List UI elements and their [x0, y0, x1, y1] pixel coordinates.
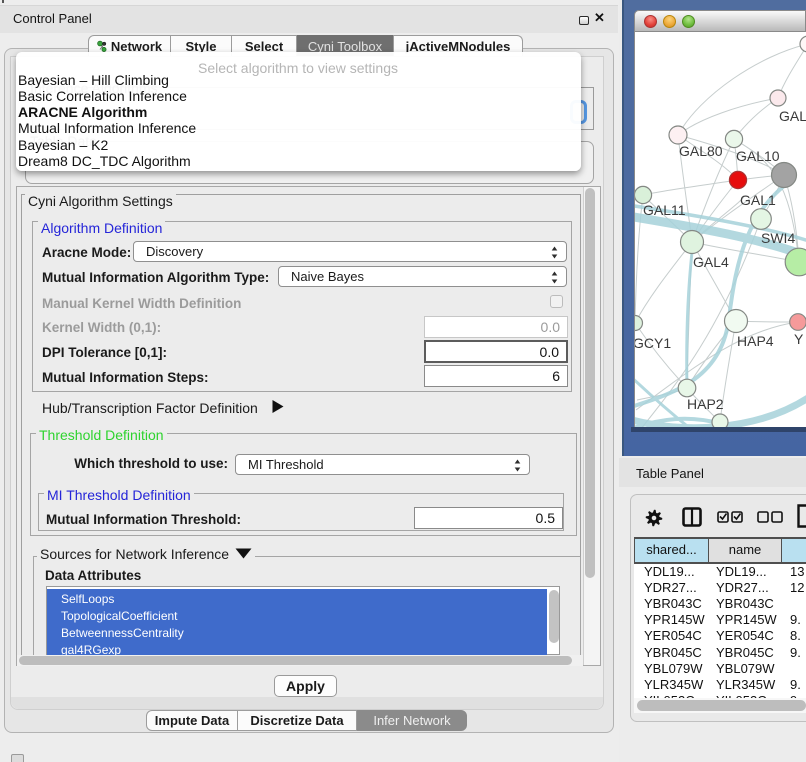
- svg-text:GAL10: GAL10: [736, 148, 780, 164]
- svg-text:SWI4: SWI4: [761, 230, 795, 246]
- svg-text:GAL7: GAL7: [779, 108, 806, 124]
- svg-text:GAL80: GAL80: [679, 143, 723, 159]
- svg-text:GAL4: GAL4: [693, 254, 729, 270]
- svg-text:GCY1: GCY1: [635, 335, 671, 351]
- svg-text:Y: Y: [794, 331, 804, 347]
- svg-text:GAL11: GAL11: [643, 202, 686, 218]
- svg-text:HAP2: HAP2: [687, 396, 724, 412]
- svg-text:GAL1: GAL1: [740, 192, 776, 208]
- svg-text:HAP4: HAP4: [737, 333, 774, 349]
